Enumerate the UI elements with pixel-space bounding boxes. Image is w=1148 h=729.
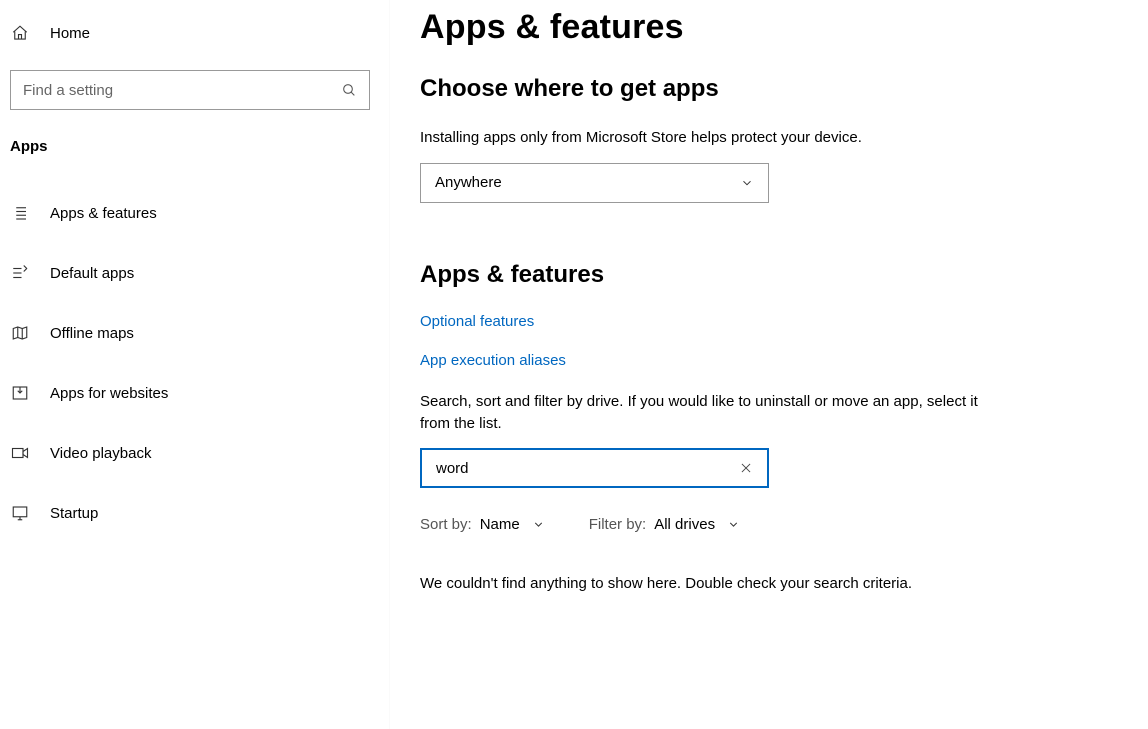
nav-item-label: Offline maps — [50, 325, 134, 342]
chevron-down-icon — [532, 518, 545, 531]
app-source-dropdown[interactable]: Anywhere — [420, 163, 769, 203]
apps-features-icon — [10, 204, 30, 222]
apps-websites-icon — [10, 384, 30, 402]
chevron-down-icon — [740, 176, 754, 190]
filter-label: Filter by: — [589, 516, 647, 533]
chevron-down-icon — [727, 518, 740, 531]
nav-item-label: Video playback — [50, 445, 151, 462]
filter-by-control[interactable]: Filter by: All drives — [589, 516, 740, 533]
choose-description: Installing apps only from Microsoft Stor… — [420, 127, 1108, 149]
nav-item-label: Startup — [50, 505, 98, 522]
sidebar-section-label: Apps — [0, 110, 389, 165]
nav-apps-features[interactable]: Apps & features — [0, 189, 389, 237]
sort-label: Sort by: — [420, 516, 472, 533]
home-label: Home — [50, 25, 90, 42]
nav-offline-maps[interactable]: Offline maps — [0, 309, 389, 357]
home-nav[interactable]: Home — [0, 18, 389, 48]
settings-search-box[interactable] — [10, 70, 370, 110]
app-search-box[interactable] — [420, 448, 769, 488]
sidebar: Home Apps Apps & features — [0, 0, 390, 729]
video-playback-icon — [10, 444, 30, 462]
nav-item-label: Apps for websites — [50, 385, 168, 402]
offline-maps-icon — [10, 324, 30, 342]
settings-search-wrap — [10, 70, 379, 110]
nav-default-apps[interactable]: Default apps — [0, 249, 389, 297]
empty-results-message: We couldn't find anything to show here. … — [420, 573, 960, 596]
sort-value: Name — [480, 516, 520, 533]
app-execution-aliases-link[interactable]: App execution aliases — [420, 352, 1108, 369]
nav-startup[interactable]: Startup — [0, 489, 389, 537]
choose-heading: Choose where to get apps — [420, 75, 1108, 103]
nav-item-label: Default apps — [50, 265, 134, 282]
default-apps-icon — [10, 264, 30, 282]
sort-filter-row: Sort by: Name Filter by: All drives — [420, 516, 1108, 533]
page-title: Apps & features — [420, 8, 1108, 47]
dropdown-value: Anywhere — [435, 174, 502, 191]
nav-apps-websites[interactable]: Apps for websites — [0, 369, 389, 417]
sidebar-nav: Apps & features Default apps Offline map… — [0, 189, 389, 537]
clear-search-button[interactable] — [735, 457, 757, 479]
sort-by-control[interactable]: Sort by: Name — [420, 516, 545, 533]
app-search-input[interactable] — [436, 460, 735, 477]
startup-icon — [10, 504, 30, 522]
nav-video-playback[interactable]: Video playback — [0, 429, 389, 477]
main-content: Apps & features Choose where to get apps… — [390, 0, 1148, 729]
search-icon — [341, 82, 357, 98]
optional-features-link[interactable]: Optional features — [420, 313, 1108, 330]
search-hint-text: Search, sort and filter by drive. If you… — [420, 391, 980, 435]
filter-value: All drives — [654, 516, 715, 533]
apps-features-heading: Apps & features — [420, 261, 1108, 289]
settings-search-input[interactable] — [23, 82, 341, 99]
nav-item-label: Apps & features — [50, 205, 157, 222]
home-icon — [10, 24, 30, 42]
